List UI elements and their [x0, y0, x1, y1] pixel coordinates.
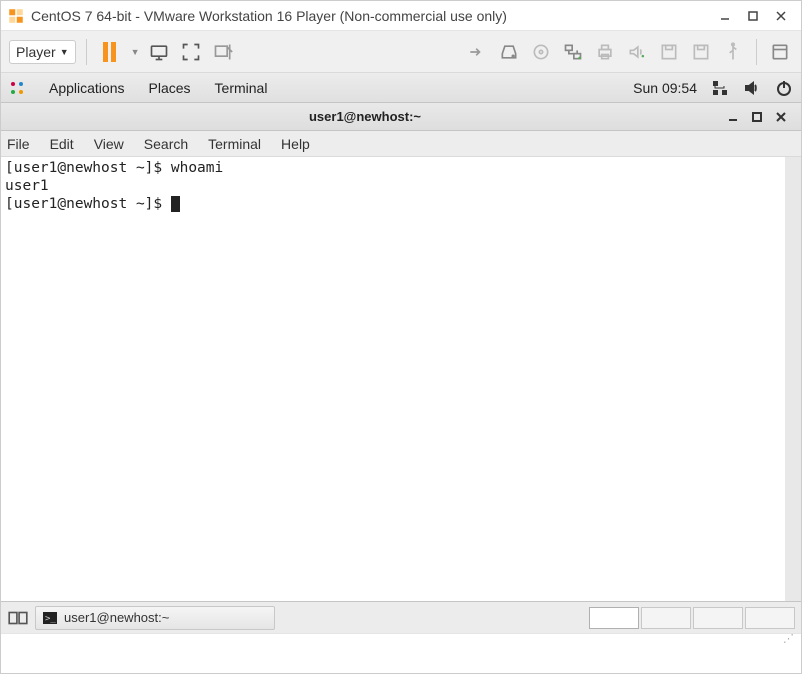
terminal-app-menu[interactable]: Terminal [215, 80, 268, 96]
taskbar-item-terminal[interactable]: >_ user1@newhost:~ [35, 606, 275, 630]
close-button[interactable] [767, 4, 795, 28]
terminal-minimize-button[interactable] [721, 107, 745, 127]
pause-vm-button[interactable] [97, 39, 123, 65]
install-tools-icon[interactable] [464, 39, 490, 65]
power-icon[interactable] [775, 79, 793, 97]
volume-icon[interactable] [743, 79, 761, 97]
activities-icon[interactable] [9, 80, 25, 96]
vmware-titlebar: CentOS 7 64-bit - VMware Workstation 16 … [1, 1, 801, 31]
workspace-4[interactable] [745, 607, 795, 629]
unity-mode-button[interactable] [210, 39, 236, 65]
workspace-3[interactable] [693, 607, 743, 629]
toolbar-separator [86, 39, 87, 65]
usb-icon[interactable] [720, 39, 746, 65]
chevron-down-icon[interactable]: ▼ [131, 47, 140, 57]
minimize-button[interactable] [711, 4, 739, 28]
gnome-taskbar: >_ user1@newhost:~ [1, 601, 801, 633]
terminal-cursor [171, 196, 180, 212]
menu-terminal[interactable]: Terminal [208, 136, 261, 152]
clock[interactable]: Sun 09:54 [633, 80, 697, 96]
menu-view[interactable]: View [94, 136, 124, 152]
fullscreen-button[interactable] [178, 39, 204, 65]
applications-menu[interactable]: Applications [49, 80, 125, 96]
terminal-maximize-button[interactable] [745, 107, 769, 127]
workspace-2[interactable] [641, 607, 691, 629]
chevron-down-icon: ▼ [60, 47, 69, 57]
menu-edit[interactable]: Edit [50, 136, 74, 152]
maximize-button[interactable] [739, 4, 767, 28]
floppy1-icon[interactable] [656, 39, 682, 65]
sound-icon[interactable] [624, 39, 650, 65]
terminal-output[interactable]: [user1@newhost ~]$ whoami user1 [user1@n… [1, 157, 801, 601]
player-menu-label: Player [16, 44, 56, 60]
vmware-window-title: CentOS 7 64-bit - VMware Workstation 16 … [31, 8, 711, 24]
preferences-icon[interactable] [767, 39, 793, 65]
gnome-top-bar: Applications Places Terminal Sun 09:54 [1, 73, 801, 103]
scrollbar-thumb[interactable] [787, 159, 799, 219]
menu-help[interactable]: Help [281, 136, 310, 152]
terminal-titlebar: user1@newhost:~ [1, 103, 801, 131]
harddisk-icon[interactable] [496, 39, 522, 65]
terminal-line: user1 [5, 178, 49, 194]
toolbar-separator [756, 39, 757, 65]
terminal-menubar: File Edit View Search Terminal Help [1, 131, 801, 157]
vmware-app-icon [7, 7, 25, 25]
resize-grip-icon[interactable]: ⋰ [783, 634, 797, 644]
vmware-toolbar: Player ▼ ▼ [1, 31, 801, 73]
window-resize-area: ⋰ [1, 633, 801, 645]
taskbar-item-label: user1@newhost:~ [64, 610, 169, 625]
menu-file[interactable]: File [7, 136, 30, 152]
terminal-close-button[interactable] [769, 107, 793, 127]
menu-search[interactable]: Search [144, 136, 188, 152]
places-menu[interactable]: Places [149, 80, 191, 96]
terminal-line: [user1@newhost ~]$ whoami [5, 160, 223, 176]
workspace-switcher [589, 607, 795, 629]
pause-icon [103, 42, 116, 62]
network-icon[interactable] [711, 79, 729, 97]
show-desktop-button[interactable] [7, 607, 29, 629]
player-menu-button[interactable]: Player ▼ [9, 40, 76, 64]
terminal-line: [user1@newhost ~]$ [5, 196, 171, 212]
floppy2-icon[interactable] [688, 39, 714, 65]
svg-text:>_: >_ [45, 614, 56, 624]
printer-icon[interactable] [592, 39, 618, 65]
network-adapter-icon[interactable] [560, 39, 586, 65]
cddvd-icon[interactable] [528, 39, 554, 65]
terminal-window-title: user1@newhost:~ [9, 109, 721, 124]
send-ctrl-alt-del-button[interactable] [146, 39, 172, 65]
workspace-1[interactable] [589, 607, 639, 629]
